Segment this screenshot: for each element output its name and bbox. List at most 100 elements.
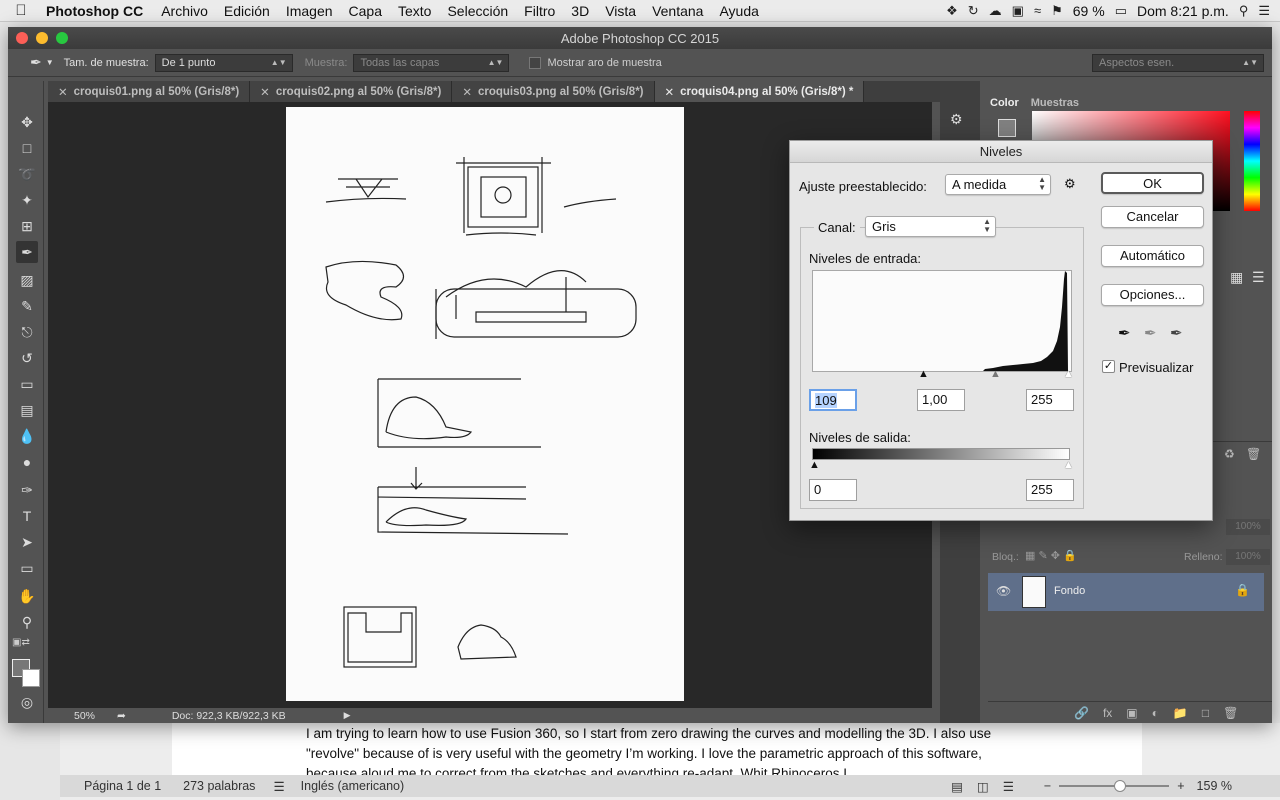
input-white-field[interactable]: 255 bbox=[1026, 389, 1074, 411]
sample-select[interactable]: Todas las capas ▲▼ bbox=[353, 53, 510, 72]
wifi-icon[interactable]: ≈ bbox=[1034, 3, 1041, 18]
menu-imagen[interactable]: Imagen bbox=[278, 3, 341, 19]
output-black-field[interactable]: 0 bbox=[809, 479, 857, 501]
layer-name[interactable]: Fondo bbox=[1054, 585, 1085, 597]
tab-croquis02[interactable]: ✕ croquis02.png al 50% (Gris/8*) bbox=[250, 81, 453, 102]
lock-icons[interactable]: ▦ ✎ ✥ 🔒 bbox=[1025, 549, 1077, 562]
sample-size-select[interactable]: De 1 punto ▲▼ bbox=[154, 53, 293, 72]
hue-slider[interactable] bbox=[1244, 111, 1260, 211]
opacity-value[interactable]: 100% bbox=[1226, 519, 1270, 535]
options-button[interactable]: Opciones... bbox=[1101, 284, 1204, 306]
spotlight-search-icon[interactable]: ⚲ bbox=[1239, 3, 1249, 19]
preview-checkbox[interactable]: ✓ bbox=[1102, 360, 1115, 373]
white-point-slider-icon[interactable]: ▲ bbox=[1063, 368, 1074, 380]
stamp-tool-icon[interactable]: ⎋ bbox=[16, 321, 38, 343]
notification-list-icon[interactable]: ☰ bbox=[1258, 3, 1270, 19]
tab-croquis03[interactable]: ✕ croquis03.png al 50% (Gris/8*) bbox=[452, 81, 655, 102]
creative-cloud-icon[interactable]: ☁ bbox=[989, 3, 1002, 19]
dropbox-icon[interactable]: ❖ bbox=[946, 3, 958, 19]
tab-croquis04[interactable]: ✕ croquis04.png al 50% (Gris/8*) * bbox=[654, 81, 865, 102]
blur-tool-icon[interactable]: 💧 bbox=[16, 425, 38, 447]
gamma-slider-icon[interactable]: ▲ bbox=[990, 368, 1001, 380]
black-eyedropper-icon[interactable]: ✒ bbox=[1118, 324, 1131, 342]
menu-ayuda[interactable]: Ayuda bbox=[711, 3, 766, 19]
output-black-slider-icon[interactable]: ▲ bbox=[809, 459, 820, 471]
zoom-out-icon[interactable]: − bbox=[1044, 779, 1051, 793]
list-view-icon[interactable]: ☰ bbox=[1252, 269, 1265, 286]
zoom-slider[interactable] bbox=[1059, 780, 1170, 792]
output-white-field[interactable]: 255 bbox=[1026, 479, 1074, 501]
output-white-slider-icon[interactable]: ▲ bbox=[1063, 459, 1074, 471]
doc-size[interactable]: Doc: 922,3 KB/922,3 KB bbox=[172, 710, 286, 722]
eyedropper-tool-icon[interactable]: ✒ bbox=[16, 241, 38, 263]
move-tool-icon[interactable]: ✥ bbox=[16, 111, 38, 133]
input-black-field[interactable]: 109 bbox=[809, 389, 857, 411]
battery-percent[interactable]: 69 % bbox=[1073, 3, 1105, 19]
word-page-count[interactable]: Página 1 de 1 bbox=[84, 779, 161, 793]
zoom-in-icon[interactable]: + bbox=[1177, 779, 1184, 793]
lasso-tool-icon[interactable]: ➰ bbox=[16, 163, 38, 185]
battery-icon[interactable]: ▭ bbox=[1115, 3, 1127, 19]
apple-menu-icon[interactable]:  bbox=[0, 2, 42, 19]
menu-filtro[interactable]: Filtro bbox=[516, 3, 563, 19]
link-layers-icon[interactable]: 🔗 bbox=[1074, 706, 1089, 720]
preset-select[interactable]: A medida ▲ ▼ bbox=[945, 174, 1051, 195]
tab-swatches[interactable]: Muestras bbox=[1025, 93, 1085, 113]
tab-color[interactable]: Color bbox=[984, 93, 1025, 113]
close-tab-icon[interactable]: ✕ bbox=[260, 85, 270, 99]
menu-archivo[interactable]: Archivo bbox=[153, 3, 216, 19]
pen-tool-icon[interactable]: ✑ bbox=[16, 479, 38, 501]
close-tab-icon[interactable]: ✕ bbox=[462, 85, 472, 99]
menu-ventana[interactable]: Ventana bbox=[644, 3, 711, 19]
gradient-tool-icon[interactable]: ▤ bbox=[16, 399, 38, 421]
color-fg-swatch[interactable] bbox=[998, 119, 1016, 137]
display-icon[interactable]: ▣ bbox=[1012, 3, 1024, 19]
clock[interactable]: Dom 8:21 p.m. bbox=[1137, 3, 1229, 19]
crop-tool-icon[interactable]: ⊞ bbox=[16, 215, 38, 237]
menu-vista[interactable]: Vista bbox=[597, 3, 644, 19]
magic-wand-tool-icon[interactable]: ✦ bbox=[16, 189, 38, 211]
black-point-slider-icon[interactable]: ▲ bbox=[918, 368, 929, 380]
minimize-window-button[interactable] bbox=[36, 32, 48, 44]
word-zoom-level[interactable]: 159 % bbox=[1197, 779, 1232, 793]
print-layout-icon[interactable]: ▤ bbox=[951, 779, 963, 794]
gray-eyedropper-icon[interactable]: ✒ bbox=[1144, 324, 1157, 342]
marquee-tool-icon[interactable]: □ bbox=[16, 137, 38, 159]
sync-icon[interactable]: ↻ bbox=[968, 3, 979, 19]
library-sync-icon[interactable]: ♻ bbox=[1224, 447, 1235, 461]
brush-tool-icon[interactable]: ✎ bbox=[16, 295, 38, 317]
menu-3d[interactable]: 3D bbox=[563, 3, 597, 19]
history-brush-tool-icon[interactable]: ↺ bbox=[16, 347, 38, 369]
eraser-tool-icon[interactable]: ▭ bbox=[16, 373, 38, 395]
web-layout-icon[interactable]: ◫ bbox=[977, 779, 989, 794]
auto-button[interactable]: Automático bbox=[1101, 245, 1204, 267]
dodge-tool-icon[interactable]: ● bbox=[16, 451, 38, 473]
ok-button[interactable]: OK bbox=[1101, 172, 1204, 194]
close-tab-icon[interactable]: ✕ bbox=[58, 85, 68, 99]
outline-view-icon[interactable]: ☰ bbox=[1003, 779, 1014, 794]
close-window-button[interactable] bbox=[16, 32, 28, 44]
add-mask-icon[interactable]: ▣ bbox=[1126, 706, 1137, 720]
layer-row-fondo[interactable]: 👁 Fondo 🔒 bbox=[988, 573, 1264, 611]
menu-app[interactable]: Photoshop CC bbox=[42, 3, 153, 19]
path-selection-tool-icon[interactable]: ➤ bbox=[16, 531, 38, 553]
library-trash-icon[interactable]: 🗑 bbox=[1246, 447, 1261, 461]
flag-icon[interactable]: ⚑ bbox=[1051, 3, 1063, 19]
menu-edicion[interactable]: Edición bbox=[216, 3, 278, 19]
close-tab-icon[interactable]: ✕ bbox=[665, 85, 675, 99]
status-menu-arrow-icon[interactable]: ▶ bbox=[344, 710, 351, 721]
workspace-select[interactable]: Aspectos esen. ▲▼ bbox=[1092, 53, 1264, 72]
show-ring-checkbox[interactable] bbox=[529, 56, 542, 69]
delete-layer-icon[interactable]: 🗑 bbox=[1223, 706, 1238, 720]
preset-gear-icon[interactable]: ⚙ bbox=[1064, 176, 1076, 192]
menu-texto[interactable]: Texto bbox=[390, 3, 439, 19]
type-tool-icon[interactable]: T bbox=[16, 505, 38, 527]
hand-tool-icon[interactable]: ✋ bbox=[16, 585, 38, 607]
zoom-tool-icon[interactable]: ⚲ bbox=[16, 611, 38, 633]
word-language[interactable]: Inglés (americano) bbox=[301, 779, 405, 793]
default-colors-icon[interactable]: ▣⇄ bbox=[12, 637, 30, 648]
visibility-eye-icon[interactable]: 👁 bbox=[996, 584, 1011, 598]
adjustment-layer-icon[interactable]: ◐ bbox=[1152, 706, 1159, 720]
word-document-text[interactable]: I am trying to learn how to use Fusion 3… bbox=[306, 724, 1006, 776]
healing-brush-tool-icon[interactable]: ▨ bbox=[16, 269, 38, 291]
